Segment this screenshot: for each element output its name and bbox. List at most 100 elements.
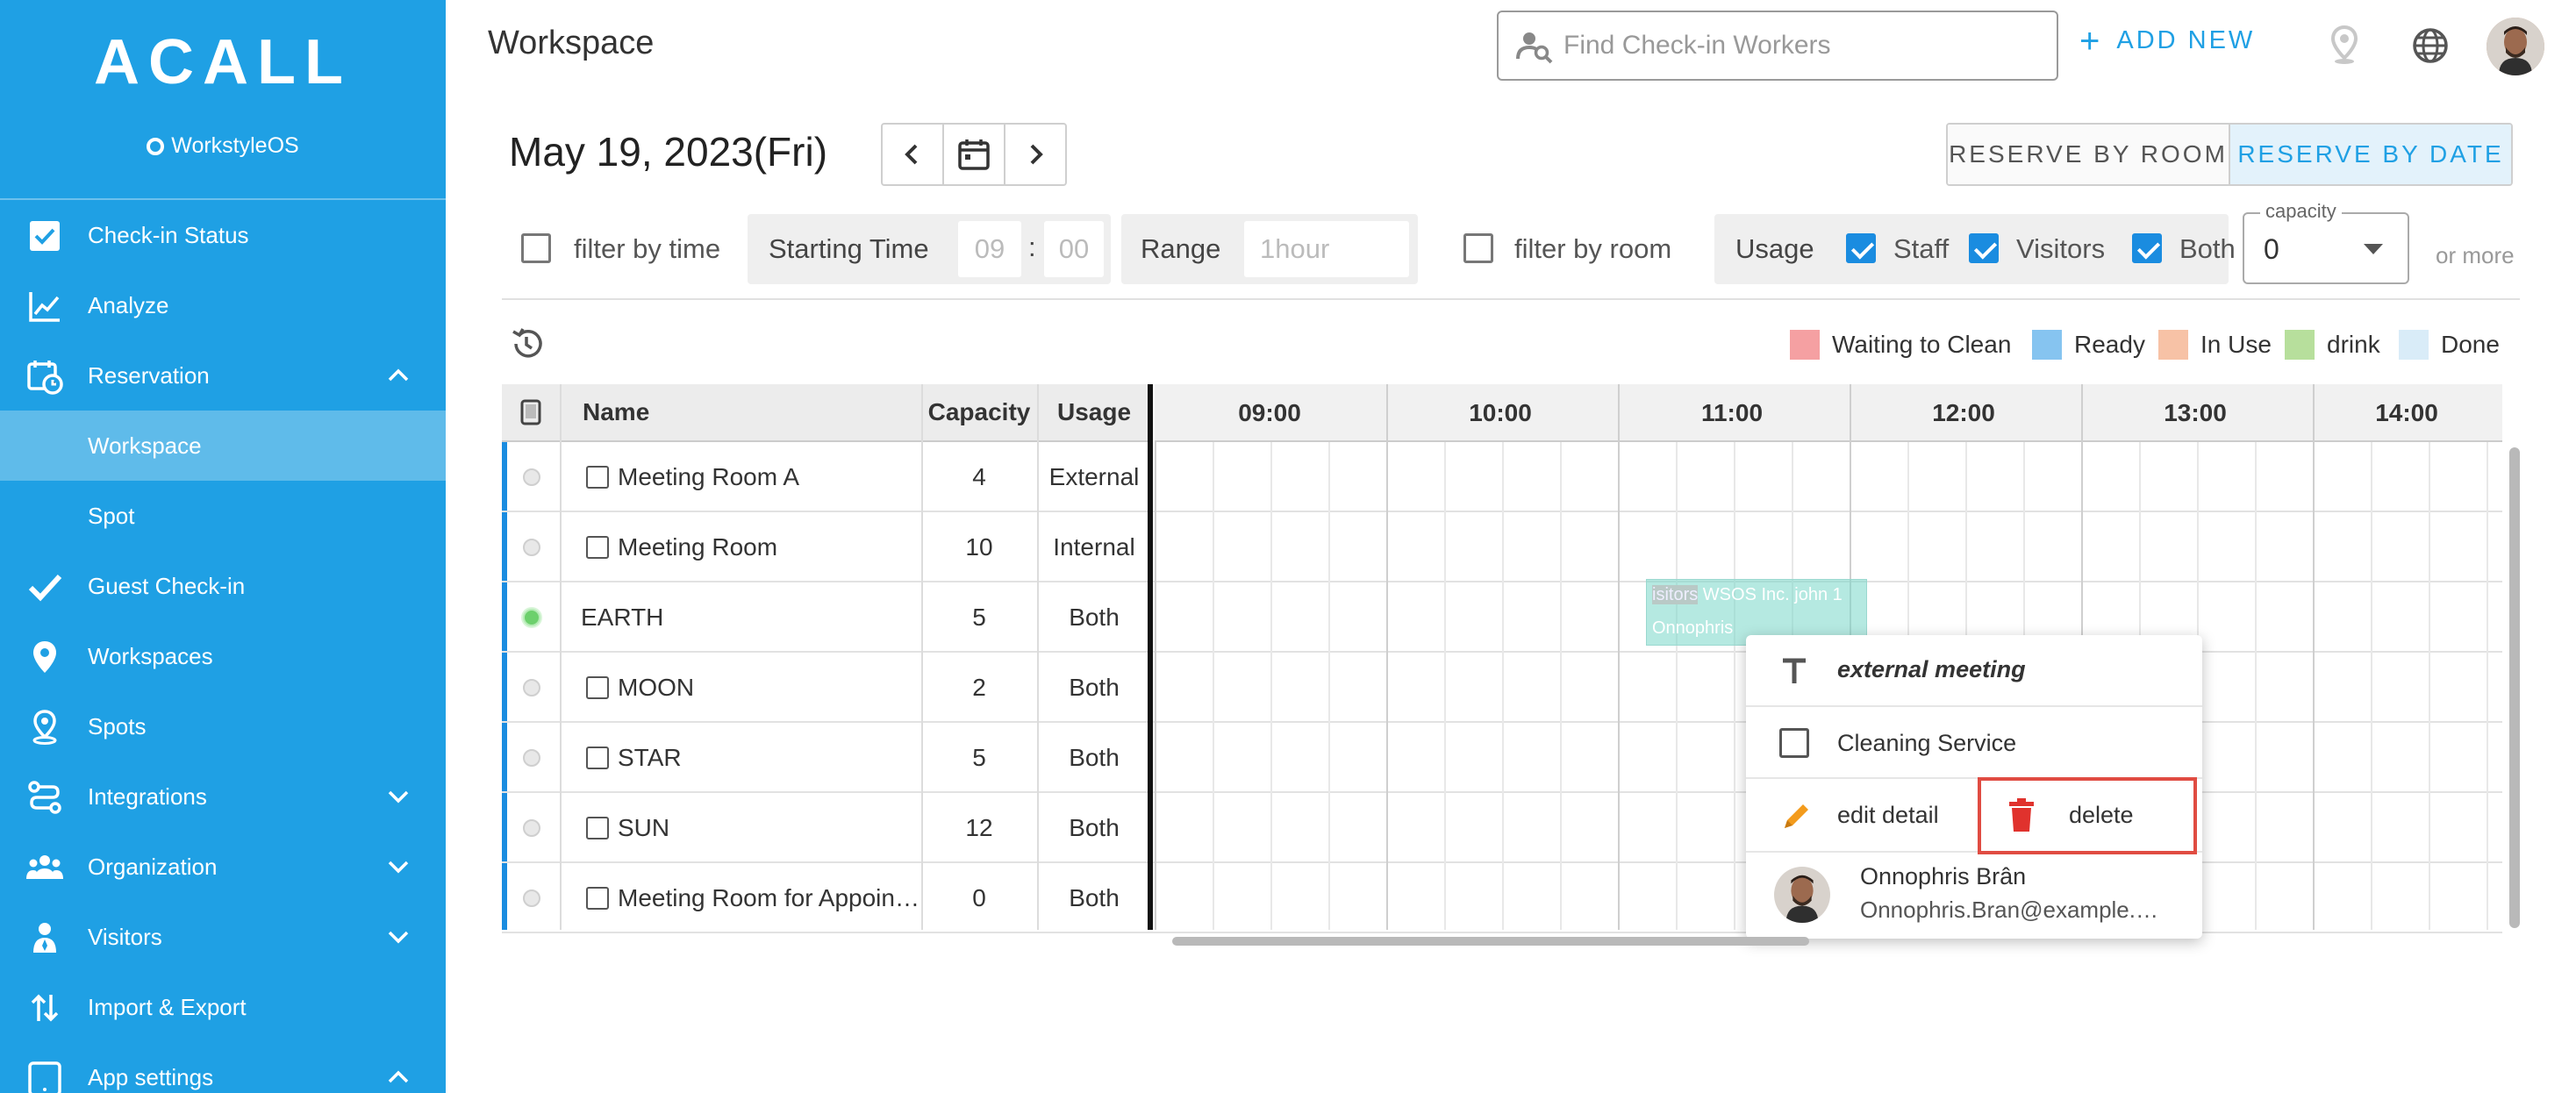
vertical-scrollbar[interactable]: [2509, 447, 2520, 928]
chevron-right-icon: [1030, 144, 1043, 165]
usage-label: Usage: [1735, 233, 1814, 264]
acall-logo: ACALL: [94, 27, 352, 97]
header-hour-divider: [2313, 384, 2315, 442]
column-divider: [921, 384, 923, 930]
room-checkbox[interactable]: [586, 536, 609, 559]
usage-staff-checkbox[interactable]: [1846, 233, 1876, 263]
refresh-history-icon[interactable]: [509, 326, 544, 361]
usage-visitors-label: Visitors: [2016, 233, 2106, 264]
legend-label: Waiting to Clean: [1832, 331, 2012, 358]
sidebar-item-analyze[interactable]: Analyze: [0, 270, 446, 340]
sidebar-item-label: App settings: [88, 1063, 214, 1090]
header-hour-divider: [2081, 384, 2083, 442]
legend-swatch: [2032, 330, 2062, 360]
booking-user-row[interactable]: Onnophris Brân Onnophris.Bran@example.…: [1746, 853, 2202, 939]
calendar-button[interactable]: [942, 123, 1005, 186]
dropdown-arrow-icon: [2364, 244, 2383, 254]
calendar-icon: [958, 139, 990, 170]
room-name: STAR: [618, 744, 682, 771]
usage-staff-label: Staff: [1893, 233, 1950, 264]
sidebar-item-check-in-status[interactable]: Check-in Status: [0, 200, 446, 270]
sidebar: ACALL WorkstyleOS Check-in Status Analyz…: [0, 0, 446, 1093]
room-name-cell: Meeting Room for Appoin…: [586, 863, 919, 933]
sidebar-item-spot[interactable]: Spot: [0, 481, 446, 551]
sidebar-item-spots[interactable]: Spots: [0, 691, 446, 761]
add-new-label: ADD NEW: [2116, 26, 2256, 54]
workstyleos-logo: WorkstyleOS: [0, 133, 446, 159]
capacity-select[interactable]: capacity 0: [2243, 200, 2409, 284]
sidebar-item-label: Spots: [88, 712, 147, 739]
status-dot-active: [523, 609, 540, 626]
status-dot: [523, 468, 540, 486]
start-hour-input[interactable]: 09: [958, 221, 1021, 277]
reserve-by-date-button[interactable]: RESERVE BY DATE: [2230, 125, 2511, 184]
header-hour-divider: [1386, 384, 1388, 442]
room-checkbox[interactable]: [586, 817, 609, 839]
sidebar-item-workspaces[interactable]: Workspaces: [0, 621, 446, 691]
sidebar-item-reservation[interactable]: Reservation: [0, 340, 446, 411]
menu-cleaning-row[interactable]: Cleaning Service: [1746, 707, 2202, 779]
user-avatar[interactable]: [2487, 18, 2544, 75]
quarter-gridline: [1444, 442, 1446, 930]
sidebar-item-label: Check-in Status: [88, 221, 249, 248]
booking-line-1: isitors WSOS Inc. john 1: [1652, 585, 1843, 605]
chevron-up-icon: [388, 368, 409, 382]
sidebar-item-visitors[interactable]: Visitors: [0, 902, 446, 972]
room-usage: Both: [1069, 604, 1120, 631]
legend-swatch: [1790, 330, 1820, 360]
location-pin-icon[interactable]: [2329, 25, 2360, 67]
previous-day-button[interactable]: [881, 123, 944, 186]
room-name-cell: Meeting Room A: [586, 442, 799, 512]
room-checkbox[interactable]: [586, 466, 609, 489]
globe-icon[interactable]: [2411, 26, 2450, 65]
start-minute-input[interactable]: 00: [1044, 221, 1104, 277]
room-checkbox[interactable]: [586, 676, 609, 699]
sidebar-item-app-settings[interactable]: App settings: [0, 1042, 446, 1093]
search-input[interactable]: [1563, 31, 2037, 61]
next-day-button[interactable]: [1004, 123, 1067, 186]
booking-owner: Onnophris: [1652, 618, 1734, 638]
check-icon: [28, 574, 62, 602]
cleaning-service-checkbox[interactable]: [1779, 728, 1809, 758]
room-name-cell: SUN: [586, 793, 669, 863]
person-search-icon: [1516, 32, 1553, 64]
header-usage[interactable]: Usage: [1037, 384, 1151, 442]
legend-waiting-to-clean: Waiting to Clean: [1790, 330, 2011, 360]
header-name[interactable]: Name: [560, 384, 921, 442]
room-checkbox[interactable]: [586, 747, 609, 769]
reserve-mode-toggle: RESERVE BY ROOM RESERVE BY DATE: [1946, 123, 2513, 186]
column-divider: [560, 384, 562, 930]
sidebar-item-integrations[interactable]: Integrations: [0, 761, 446, 832]
quarter-gridline: [1676, 442, 1678, 930]
chevron-left-icon: [905, 144, 918, 165]
legend-swatch: [2158, 330, 2188, 360]
horizontal-scrollbar[interactable]: [1172, 937, 1809, 946]
filter-by-room-checkbox[interactable]: [1463, 233, 1493, 263]
room-name: SUN: [618, 814, 670, 841]
edit-detail-button[interactable]: edit detail: [1746, 779, 1976, 851]
sidebar-item-label: Import & Export: [88, 993, 247, 1020]
sidebar-item-organization[interactable]: Organization: [0, 832, 446, 902]
sidebar-item-label: Organization: [88, 853, 218, 880]
booking-user-avatar: [1774, 867, 1830, 923]
sidebar-item-import-export[interactable]: Import & Export: [0, 972, 446, 1042]
room-checkbox[interactable]: [586, 887, 609, 910]
quarter-gridline: [1560, 442, 1562, 930]
filter-by-time-checkbox[interactable]: [521, 233, 551, 263]
capacity-label: capacity: [2260, 200, 2342, 223]
reserve-by-room-button[interactable]: RESERVE BY ROOM: [1948, 125, 2230, 184]
range-select[interactable]: 1hour: [1244, 221, 1409, 277]
room-capacity: 4: [972, 463, 986, 490]
room-name-cell: MOON: [586, 653, 694, 723]
usage-visitors-checkbox[interactable]: [1969, 233, 1999, 263]
room-capacity: 5: [972, 744, 986, 771]
header-capacity[interactable]: Capacity: [921, 384, 1037, 442]
search-box[interactable]: [1497, 11, 2058, 81]
quarter-gridline: [1213, 442, 1214, 930]
sidebar-item-guest-check-in[interactable]: Guest Check-in: [0, 551, 446, 621]
plus-icon: +: [2079, 21, 2103, 61]
sidebar-item-workspace[interactable]: Workspace: [0, 411, 446, 481]
add-new-button[interactable]: + ADD NEW: [2079, 21, 2256, 61]
checkbox-icon: [30, 221, 60, 251]
usage-both-checkbox[interactable]: [2132, 233, 2162, 263]
